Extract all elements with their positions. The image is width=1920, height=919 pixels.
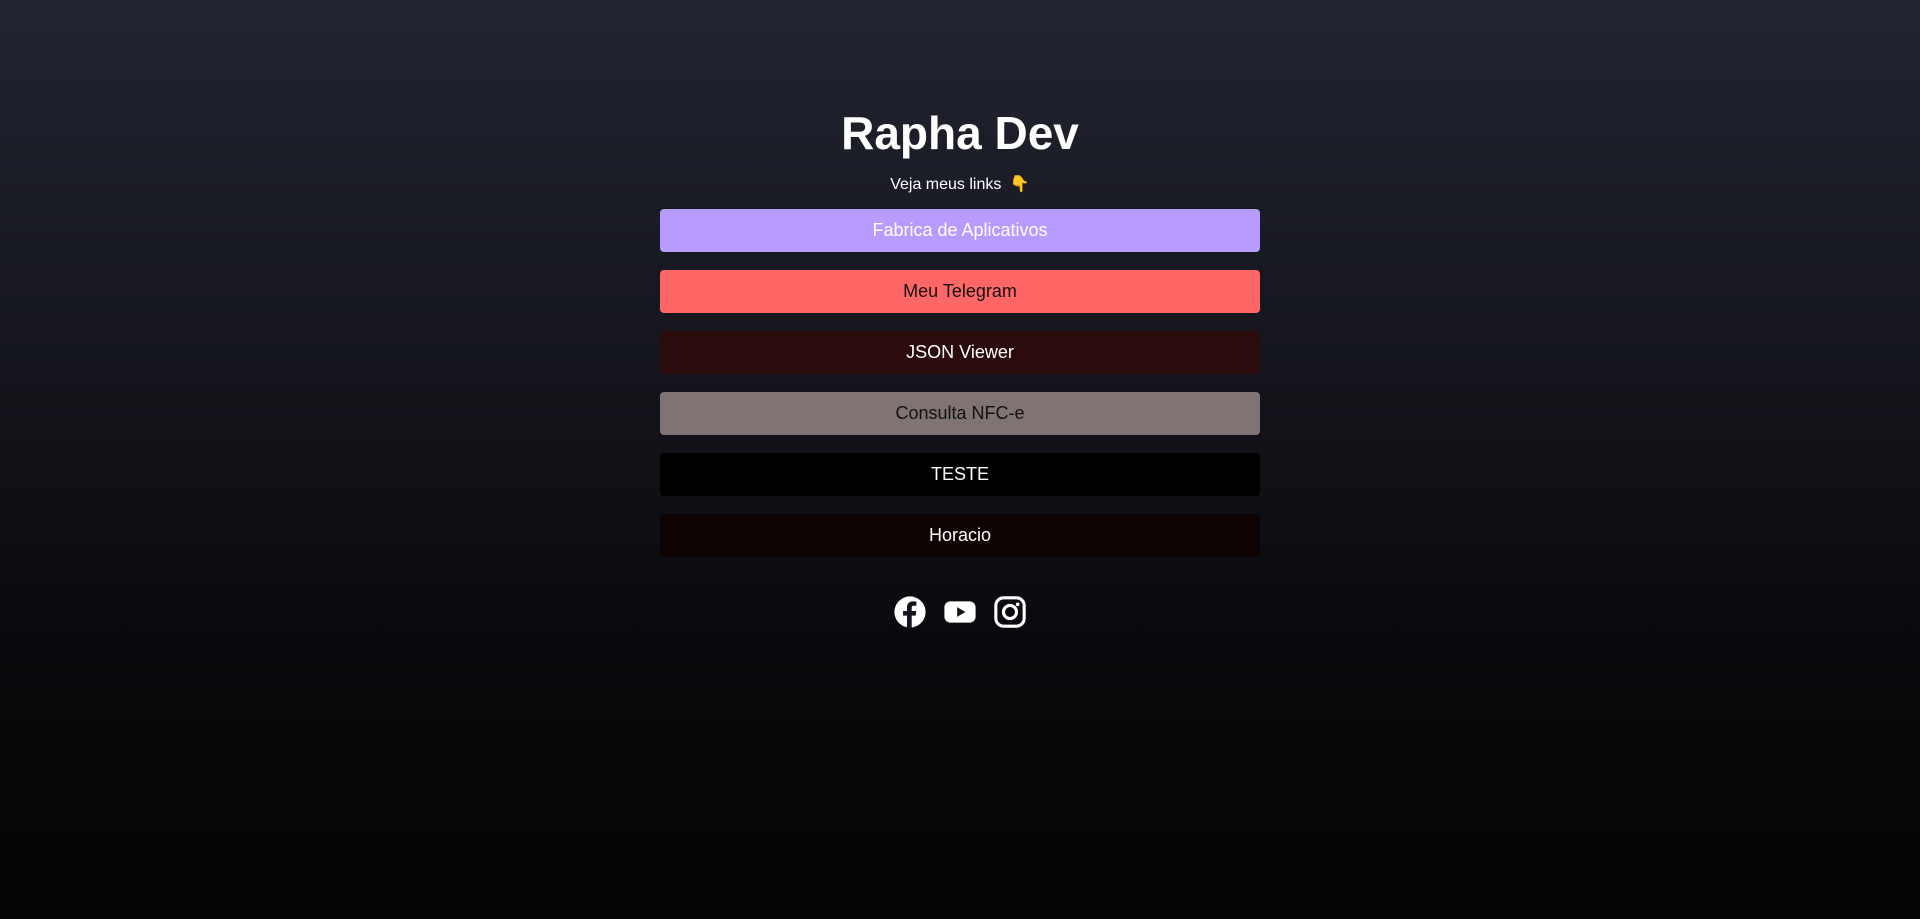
link-button-json-viewer[interactable]: JSON Viewer — [660, 331, 1260, 374]
pointing-down-icon: 👇 — [1009, 176, 1030, 193]
page: Rapha Dev Veja meus links 👇 Fabrica de A… — [0, 0, 1920, 919]
page-title: Rapha Dev — [841, 107, 1079, 159]
link-list: Fabrica de Aplicativos Meu Telegram JSON… — [660, 209, 1260, 575]
profile-container: Rapha Dev Veja meus links 👇 Fabrica de A… — [660, 0, 1260, 629]
subtitle-text: Veja meus links — [890, 176, 1002, 193]
link-button-horacio[interactable]: Horacio — [660, 514, 1260, 557]
instagram-icon[interactable] — [993, 595, 1027, 629]
facebook-icon[interactable] — [893, 595, 927, 629]
link-button-teste[interactable]: TESTE — [660, 453, 1260, 496]
subtitle: Veja meus links 👇 — [890, 175, 1030, 195]
youtube-icon[interactable] — [943, 595, 977, 629]
link-button-consulta-nfce[interactable]: Consulta NFC-e — [660, 392, 1260, 435]
link-button-fabrica-de-aplicativos[interactable]: Fabrica de Aplicativos — [660, 209, 1260, 252]
link-button-meu-telegram[interactable]: Meu Telegram — [660, 270, 1260, 313]
social-links — [893, 595, 1027, 629]
